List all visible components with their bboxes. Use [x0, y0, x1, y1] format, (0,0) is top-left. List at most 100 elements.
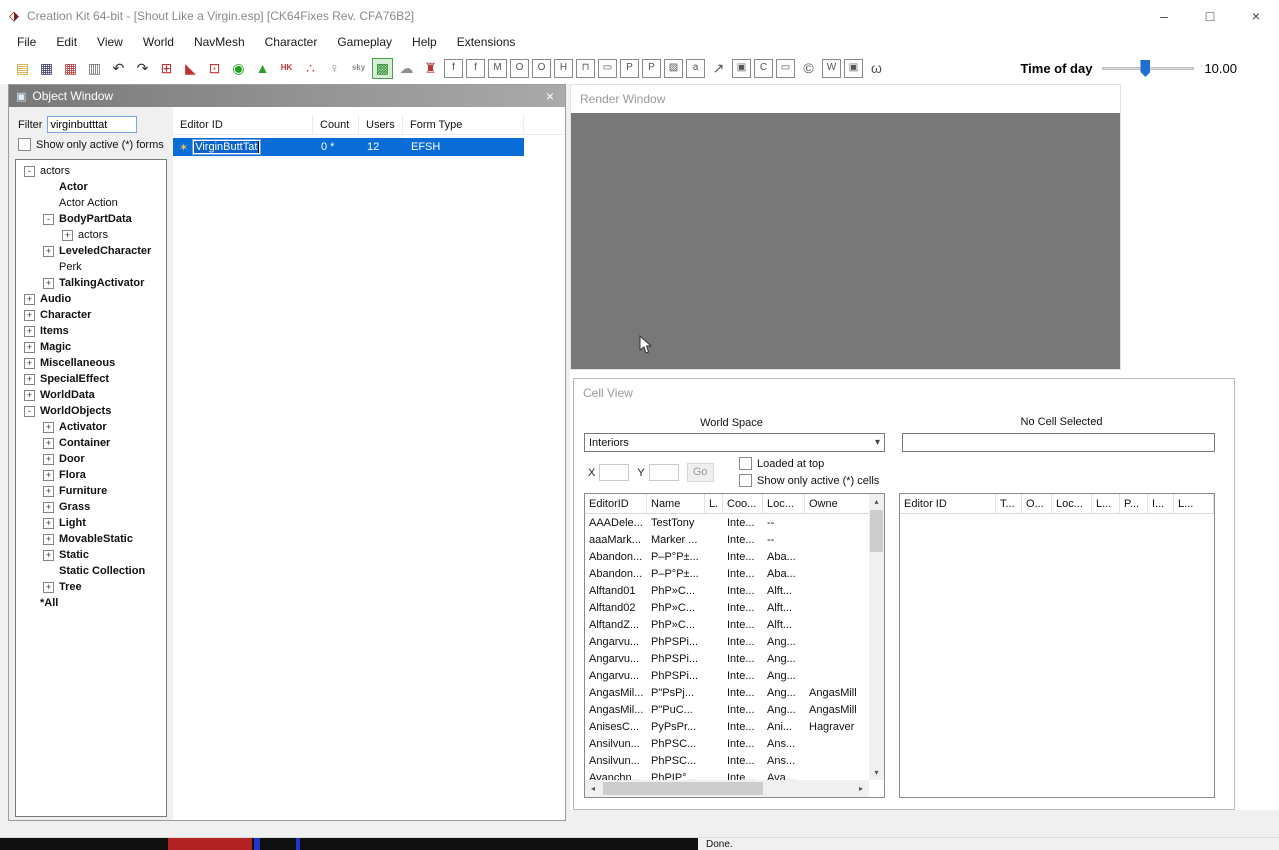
tree-item-furniture[interactable]: +Furniture [16, 483, 166, 499]
scroll-left-icon[interactable]: ◂ [585, 784, 601, 793]
menu-character[interactable]: Character [255, 33, 328, 51]
tree-item-actors[interactable]: -actors [16, 163, 166, 179]
expand-icon[interactable]: + [43, 422, 54, 433]
column-header-owne[interactable]: Owne [805, 494, 871, 513]
filter-f1-icon[interactable]: f [444, 59, 463, 78]
tree-item-container[interactable]: +Container [16, 435, 166, 451]
column-header-loc[interactable]: Loc... [763, 494, 805, 513]
column-header-l[interactable]: L... [1092, 494, 1120, 513]
tree-item-worldobjects[interactable]: -WorldObjects [16, 403, 166, 419]
tree-item-static[interactable]: +Static [16, 547, 166, 563]
world-icon[interactable]: ◉ [228, 58, 249, 79]
tree-item-audio[interactable]: +Audio [16, 291, 166, 307]
object-window-titlebar[interactable]: ▣ Object Window × [9, 85, 565, 107]
close-button[interactable]: × [1233, 0, 1279, 32]
show-active-forms-checkbox[interactable] [18, 138, 31, 151]
scroll-right-icon[interactable]: ▸ [853, 784, 869, 793]
minimize-button[interactable]: – [1141, 0, 1187, 32]
expand-icon[interactable]: + [43, 502, 54, 513]
world-space-dropdown[interactable]: Interiors ▾ [584, 433, 885, 452]
dialogue-icon[interactable]: ☁ [396, 58, 417, 79]
version-control-icon[interactable]: ▦ [60, 58, 81, 79]
cell-row[interactable]: AngasMil...P"PuC...Inte...Ang...AngasMil… [585, 701, 869, 718]
filter-input[interactable] [47, 116, 137, 133]
column-header-form-type[interactable]: Form Type [403, 115, 524, 134]
box4-icon[interactable]: ▣ [844, 59, 863, 78]
copyright-icon[interactable]: © [798, 58, 819, 79]
x-hatch-icon[interactable]: ▨ [664, 59, 683, 78]
snap-to-grid-icon[interactable]: ⊞ [156, 58, 177, 79]
tower-icon[interactable]: ♜ [420, 58, 441, 79]
o2-icon[interactable]: O [532, 59, 551, 78]
cell-row[interactable]: Angarvu...PhPSPi...Inte...Ang... [585, 633, 869, 650]
slider-thumb[interactable] [1140, 60, 1150, 77]
expand-icon[interactable]: + [43, 438, 54, 449]
cell-row[interactable]: Angarvu...PhPSPi...Inte...Ang... [585, 667, 869, 684]
cell-row[interactable]: AlftandZ...PhP»C...Inte...Alft... [585, 616, 869, 633]
m-circle-icon[interactable]: M [488, 59, 507, 78]
omega-icon[interactable]: ω [866, 58, 887, 79]
collapse-icon[interactable]: - [43, 214, 54, 225]
column-header-o[interactable]: O... [1022, 494, 1052, 513]
editor-id-edit-box[interactable]: VirginButtTat [192, 139, 261, 155]
tree-item-miscellaneous[interactable]: +Miscellaneous [16, 355, 166, 371]
column-header-editorid[interactable]: EditorID [585, 494, 647, 513]
snap-to-angle-icon[interactable]: ◣ [180, 58, 201, 79]
p2-icon[interactable]: P [642, 59, 661, 78]
snap-to-reference-icon[interactable]: ⊡ [204, 58, 225, 79]
filter-f2-icon[interactable]: f [466, 59, 485, 78]
havok-sim-icon[interactable]: HK [276, 58, 297, 79]
expand-icon[interactable]: + [24, 342, 35, 353]
show-active-cells-checkbox[interactable] [739, 474, 752, 487]
cells-vertical-scrollbar[interactable]: ▴ ▾ [869, 494, 884, 780]
menu-gameplay[interactable]: Gameplay [327, 33, 402, 51]
tree-item-worlddata[interactable]: +WorldData [16, 387, 166, 403]
cell-row[interactable]: Abandon...P–P°P±...Inte...Aba... [585, 548, 869, 565]
tree-item-light[interactable]: +Light [16, 515, 166, 531]
tree-item-actors[interactable]: +actors [16, 227, 166, 243]
menu-edit[interactable]: Edit [46, 33, 87, 51]
grass-icon[interactable]: ▩ [372, 58, 393, 79]
landscape-edit-icon[interactable]: ▲ [252, 58, 273, 79]
open-icon[interactable]: ▤ [12, 58, 33, 79]
menu-world[interactable]: World [133, 33, 184, 51]
column-header-editor-id[interactable]: Editor ID [173, 115, 313, 134]
menu-view[interactable]: View [87, 33, 133, 51]
expand-icon[interactable]: + [43, 454, 54, 465]
cell-row[interactable]: Alftand01PhP»C...Inte...Alft... [585, 582, 869, 599]
x-input[interactable] [599, 464, 629, 481]
column-header-count[interactable]: Count [313, 115, 359, 134]
column-header-loc[interactable]: Loc... [1052, 494, 1092, 513]
tree-item-actor[interactable]: Actor [16, 179, 166, 195]
scrollbar-thumb[interactable] [870, 510, 883, 552]
tree-item-bodypartdata[interactable]: -BodyPartData [16, 211, 166, 227]
collapse-icon[interactable]: - [24, 166, 35, 177]
column-header-l[interactable]: L... [1174, 494, 1214, 513]
marker-icon[interactable]: ♀ [324, 58, 345, 79]
tree-item-all[interactable]: *All [16, 595, 166, 611]
cell-row[interactable]: Ansilvun...PhPSC...Inte...Ans... [585, 735, 869, 752]
y-input[interactable] [649, 464, 679, 481]
expand-icon[interactable]: + [24, 374, 35, 385]
column-header-coo[interactable]: Coo... [723, 494, 763, 513]
maximize-button[interactable]: □ [1187, 0, 1233, 32]
tree-item-grass[interactable]: +Grass [16, 499, 166, 515]
redo-icon[interactable]: ↷ [132, 58, 153, 79]
menu-help[interactable]: Help [402, 33, 447, 51]
cell-row[interactable]: AnisesC...PyPsPr...Inte...Ani...Hagraver [585, 718, 869, 735]
column-header-i[interactable]: I... [1148, 494, 1174, 513]
save-icon[interactable]: ▦ [36, 58, 57, 79]
column-header-name[interactable]: Name [647, 494, 705, 513]
menu-file[interactable]: File [7, 33, 46, 51]
expand-icon[interactable]: + [24, 390, 35, 401]
tree-item-movablestatic[interactable]: +MovableStatic [16, 531, 166, 547]
a-sub-icon[interactable]: a [686, 59, 705, 78]
tree-item-character[interactable]: +Character [16, 307, 166, 323]
cell-row[interactable]: Avanchn...PhPIP°...Inte...Ava... [585, 769, 869, 780]
menu-navmesh[interactable]: NavMesh [184, 33, 255, 51]
tree-item-leveledcharacter[interactable]: +LeveledCharacter [16, 243, 166, 259]
expand-icon[interactable]: + [24, 358, 35, 369]
expand-icon[interactable]: + [43, 582, 54, 593]
arrow-icon[interactable]: ↗ [708, 58, 729, 79]
expand-icon[interactable]: + [43, 278, 54, 289]
